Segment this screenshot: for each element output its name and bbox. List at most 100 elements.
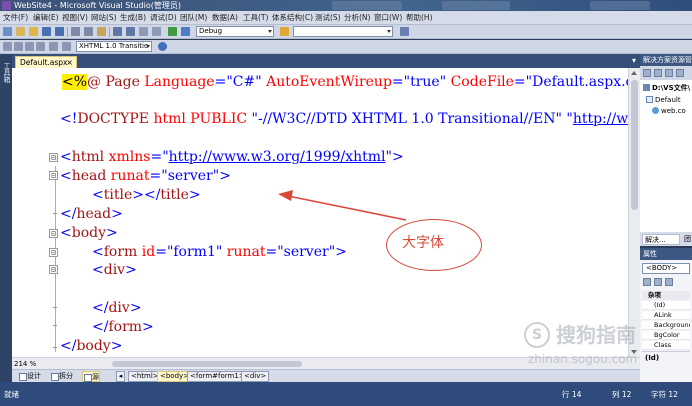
annotation-arrow	[278, 190, 407, 221]
menu-tools[interactable]: 工具(T)	[243, 11, 268, 25]
breadcrumb-back-icon[interactable]: ◂	[116, 371, 125, 382]
undo-icon[interactable]	[113, 27, 122, 36]
annotation-label: 大字体	[402, 235, 444, 251]
format-icon[interactable]	[3, 42, 12, 51]
status-bar: 就绪 行 14 列 12 字符 12	[0, 382, 692, 406]
check-page-icon[interactable]	[62, 42, 71, 51]
menu-team[interactable]: 团队(M)	[180, 11, 207, 25]
paste-icon[interactable]	[97, 27, 106, 36]
property-row[interactable]: ALink	[642, 311, 690, 320]
editor-vertical-scrollbar[interactable]	[628, 68, 640, 357]
solution-tree: D:\VS文件\ Default web.co	[640, 80, 692, 232]
uncomment-icon[interactable]	[49, 42, 58, 51]
solution-explorer-title: 解决方案资源管理器	[640, 54, 692, 66]
status-line: 行 14	[562, 390, 582, 399]
navigate-forward-icon[interactable]	[152, 27, 161, 36]
status-column: 列 12	[612, 390, 632, 399]
watermark-text: 搜狗指南	[556, 323, 636, 347]
browser-compat-icon[interactable]	[158, 42, 167, 51]
tree-item-website[interactable]: D:\VS文件\	[643, 83, 690, 93]
navigate-back-icon[interactable]	[139, 27, 148, 36]
close-tab-icon[interactable]: ×	[66, 57, 73, 68]
breadcrumb-div[interactable]: <div>	[241, 371, 270, 382]
alphabetical-icon[interactable]	[654, 278, 662, 286]
menu-architecture[interactable]: 体系结构(C)	[272, 11, 313, 25]
tree-item-webconfig[interactable]: web.co	[652, 106, 686, 116]
find-in-files-icon[interactable]	[280, 27, 289, 36]
save-all-icon[interactable]	[55, 27, 64, 36]
doctype-schema-select[interactable]: XHTML 1.0 Transitio	[76, 41, 152, 52]
browser-icon[interactable]	[181, 27, 190, 36]
blurred-taskbar-item	[332, 1, 402, 10]
tab-list-dropdown-icon[interactable]: ▾	[632, 57, 636, 65]
copy-icon[interactable]	[84, 27, 93, 36]
view-code-icon[interactable]	[676, 69, 684, 77]
open-file-icon[interactable]	[29, 27, 38, 36]
menu-bar: 文件(F) 编辑(E) 视图(V) 网站(S) 生成(B) 调试(D) 团队(M…	[0, 11, 692, 25]
toolbox-strip[interactable]: 工具箱	[0, 54, 12, 382]
view-switch-bar: 设计 拆分 源 ◂ <html> <body> <form#form1> <di…	[12, 369, 640, 382]
indent-icon[interactable]	[25, 42, 34, 51]
menu-website[interactable]: 网站(S)	[91, 11, 117, 25]
aspx-file-icon	[646, 96, 653, 103]
solution-configuration-select[interactable]: Debug	[196, 26, 274, 37]
save-icon[interactable]	[42, 27, 51, 36]
find-combo[interactable]	[293, 26, 393, 37]
scroll-thumb[interactable]	[631, 80, 638, 210]
menu-analyze[interactable]: 分析(N)	[344, 11, 370, 25]
show-all-files-icon[interactable]	[654, 69, 662, 77]
menu-file[interactable]: 文件(F)	[3, 11, 28, 25]
blurred-taskbar-item	[442, 1, 510, 10]
menu-edit[interactable]: 编辑(E)	[33, 11, 59, 25]
refresh-icon[interactable]	[665, 69, 673, 77]
tab-solution-explorer[interactable]: 解决...	[642, 234, 680, 245]
comment-icon[interactable]	[36, 42, 45, 51]
source-view-button[interactable]: 源	[82, 371, 100, 382]
property-row[interactable]: (Id)	[642, 301, 690, 310]
toolbar-separator	[109, 27, 110, 37]
solution-explorer-tabs: 解决... 团	[640, 232, 692, 246]
status-ready: 就绪	[4, 390, 19, 399]
html-source-toolbar: XHTML 1.0 Transitio	[0, 40, 692, 54]
tab-team-explorer[interactable]: 团	[682, 234, 692, 245]
config-file-icon	[652, 107, 659, 114]
scroll-up-arrow-icon[interactable]	[631, 71, 637, 75]
watermark-url: zhinan.sogou.com	[528, 352, 638, 366]
property-category[interactable]: 杂项	[642, 291, 690, 300]
tree-item-default[interactable]: Default	[646, 95, 681, 105]
properties-toolbar	[642, 277, 690, 289]
code-editor[interactable]: ⊟ ⊟ ⊟ ⊟ ⊟ <%@ Page Language="C#" AutoEve…	[12, 68, 628, 357]
website-icon	[643, 84, 650, 91]
start-debugging-icon[interactable]	[168, 27, 177, 36]
menu-help[interactable]: 帮助(H)	[406, 11, 433, 25]
menu-view[interactable]: 视图(V)	[62, 11, 88, 25]
menu-data[interactable]: 数据(A)	[212, 11, 238, 25]
redo-icon[interactable]	[126, 27, 135, 36]
properties-object-select[interactable]: <BODY>	[642, 263, 690, 274]
solution-explorer-icon[interactable]	[400, 27, 409, 36]
horizontal-scroll-thumb[interactable]	[112, 361, 302, 367]
menu-debug[interactable]: 调试(D)	[150, 11, 177, 25]
add-item-icon[interactable]	[16, 27, 25, 36]
toolbox-label: 工具箱	[3, 62, 11, 83]
cut-icon[interactable]	[71, 27, 80, 36]
property-pages-icon[interactable]	[665, 278, 673, 286]
title-bar: WebSite4 - Microsoft Visual Studio(管理员)	[0, 0, 692, 11]
properties-icon[interactable]	[643, 69, 651, 77]
outdent-icon[interactable]	[14, 42, 23, 51]
menu-test[interactable]: 测试(S)	[315, 11, 341, 25]
menu-build[interactable]: 生成(B)	[120, 11, 146, 25]
sogou-watermark: S 搜狗指南 zhinan.sogou.com	[524, 320, 674, 370]
new-project-icon[interactable]	[3, 27, 12, 36]
toolbar-separator	[67, 27, 68, 37]
split-view-button[interactable]: 拆分	[50, 371, 73, 382]
tab-default-aspx[interactable]: Default.aspx ×	[15, 56, 77, 68]
breadcrumb-form[interactable]: <form#form1>	[187, 371, 248, 382]
zoom-level[interactable]: 214 %	[14, 359, 36, 369]
properties-title: 属性	[640, 248, 692, 260]
menu-window[interactable]: 窗口(W)	[374, 11, 402, 25]
document-tab-bar: Default.aspx × ▾	[12, 54, 640, 68]
visual-studio-icon	[2, 1, 11, 10]
design-view-button[interactable]: 设计	[18, 371, 41, 382]
categorized-icon[interactable]	[643, 278, 651, 286]
